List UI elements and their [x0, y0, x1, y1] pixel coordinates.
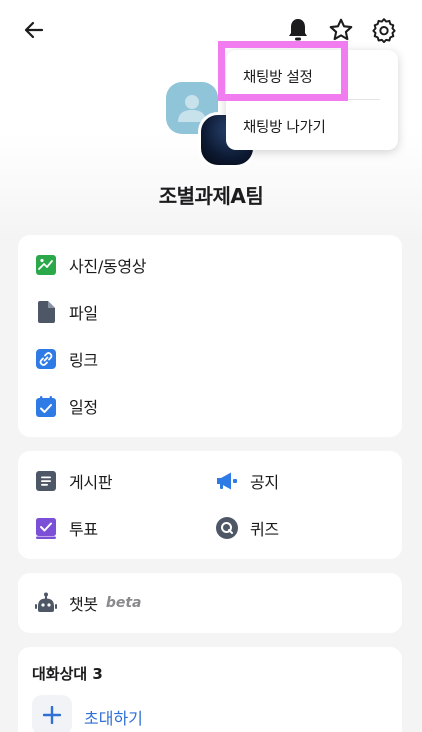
menu-item-quiz[interactable]: 퀴즈: [216, 513, 279, 543]
menu-item-label: 퀴즈: [250, 520, 279, 539]
back-arrow-icon: [24, 21, 44, 39]
megaphone-icon: [216, 470, 238, 492]
menu-item-chatbot[interactable]: 챗봇 beta: [35, 588, 142, 618]
settings-button[interactable]: [366, 12, 402, 48]
quiz-icon: [216, 517, 238, 539]
menu-item-leave-chat[interactable]: 채팅방 나가기: [243, 116, 326, 137]
menu-item-files[interactable]: 파일: [35, 297, 98, 327]
chatbot-card: 챗봇 beta: [18, 573, 402, 633]
menu-item-links[interactable]: 링크: [35, 344, 98, 374]
board-card: 게시판 공지 투표 퀴즈: [18, 451, 402, 559]
menu-item-notice[interactable]: 공지: [216, 466, 279, 496]
group-name: 조별과제A팀: [158, 184, 264, 208]
menu-item-label: 챗봇: [69, 595, 98, 614]
menu-item-schedule[interactable]: 일정: [35, 391, 98, 421]
menu-item-label: 사진/동영상: [69, 257, 147, 276]
plus-icon: [43, 706, 61, 724]
highlight-box: [218, 41, 348, 101]
file-icon: [35, 301, 57, 323]
menu-item-photos[interactable]: 사진/동영상: [35, 250, 147, 280]
menu-item-label: 파일: [69, 304, 98, 323]
vote-icon: [35, 517, 57, 539]
menu-item-label: 일정: [69, 398, 98, 417]
menu-item-board[interactable]: 게시판: [35, 466, 113, 496]
photo-icon: [35, 254, 57, 276]
menu-item-vote[interactable]: 투표: [35, 513, 98, 543]
robot-icon: [35, 592, 57, 614]
back-button[interactable]: [16, 12, 52, 48]
menu-item-label: 투표: [69, 520, 98, 539]
menu-item-label: 게시판: [69, 473, 113, 492]
calendar-icon: [35, 395, 57, 417]
bell-icon: [289, 19, 307, 41]
link-icon: [35, 348, 57, 370]
menu-item-label: 공지: [250, 473, 279, 492]
gear-icon: [372, 18, 396, 43]
board-icon: [35, 470, 57, 492]
members-card: 대화상대 3 초대하기: [18, 647, 402, 732]
members-title: 대화상대 3: [32, 665, 103, 683]
invite-label[interactable]: 초대하기: [84, 705, 143, 729]
beta-badge: beta: [105, 595, 142, 611]
invite-button[interactable]: [32, 695, 72, 732]
menu-item-label: 링크: [69, 351, 98, 370]
media-card: 사진/동영상 파일 링크 일정: [18, 235, 402, 437]
star-icon: [329, 18, 353, 41]
